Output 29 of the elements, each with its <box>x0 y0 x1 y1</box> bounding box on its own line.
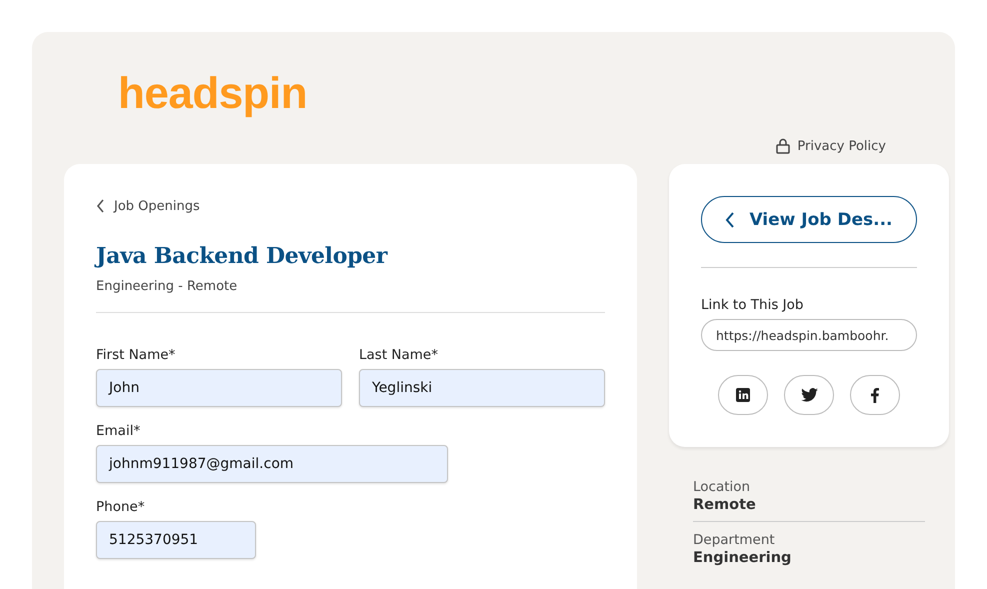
privacy-policy-link[interactable]: Privacy Policy <box>776 138 886 154</box>
detail-value: Engineering <box>693 550 792 566</box>
view-job-description-button[interactable]: View Job Des... <box>701 196 917 243</box>
lock-icon <box>776 138 790 154</box>
input-field[interactable]: John <box>96 369 342 407</box>
twitter-icon <box>800 388 818 402</box>
detail-label: Location <box>693 479 750 495</box>
input-field[interactable]: johnm911987@gmail.com <box>96 445 448 483</box>
share-button[interactable] <box>850 375 900 415</box>
job-link-field[interactable]: https://headspin.bamboohr. <box>701 319 917 351</box>
chevron-left-icon <box>96 199 106 213</box>
input-field[interactable]: Yeglinski <box>359 369 605 407</box>
detail-label: Department <box>693 532 775 548</box>
chevron-left-icon <box>725 212 736 228</box>
back-link[interactable]: Job Openings <box>96 198 200 214</box>
facebook-icon <box>871 388 879 402</box>
field-label: Last Name* <box>359 347 438 363</box>
job-title: Java Backend Developer <box>96 243 389 269</box>
share-button[interactable] <box>718 375 768 415</box>
field-label: First Name* <box>96 347 176 363</box>
detail-value: Remote <box>693 497 756 513</box>
job-subtitle: Engineering - Remote <box>96 279 238 294</box>
input-field[interactable]: 5125370951 <box>96 521 256 559</box>
field-label: Phone* <box>96 499 145 515</box>
share-button[interactable] <box>784 375 834 415</box>
field-label: Email* <box>96 423 140 439</box>
field-label: Link to This Job <box>701 297 804 313</box>
linkedin-icon <box>736 388 750 402</box>
company-logo: headspin <box>117 68 308 116</box>
